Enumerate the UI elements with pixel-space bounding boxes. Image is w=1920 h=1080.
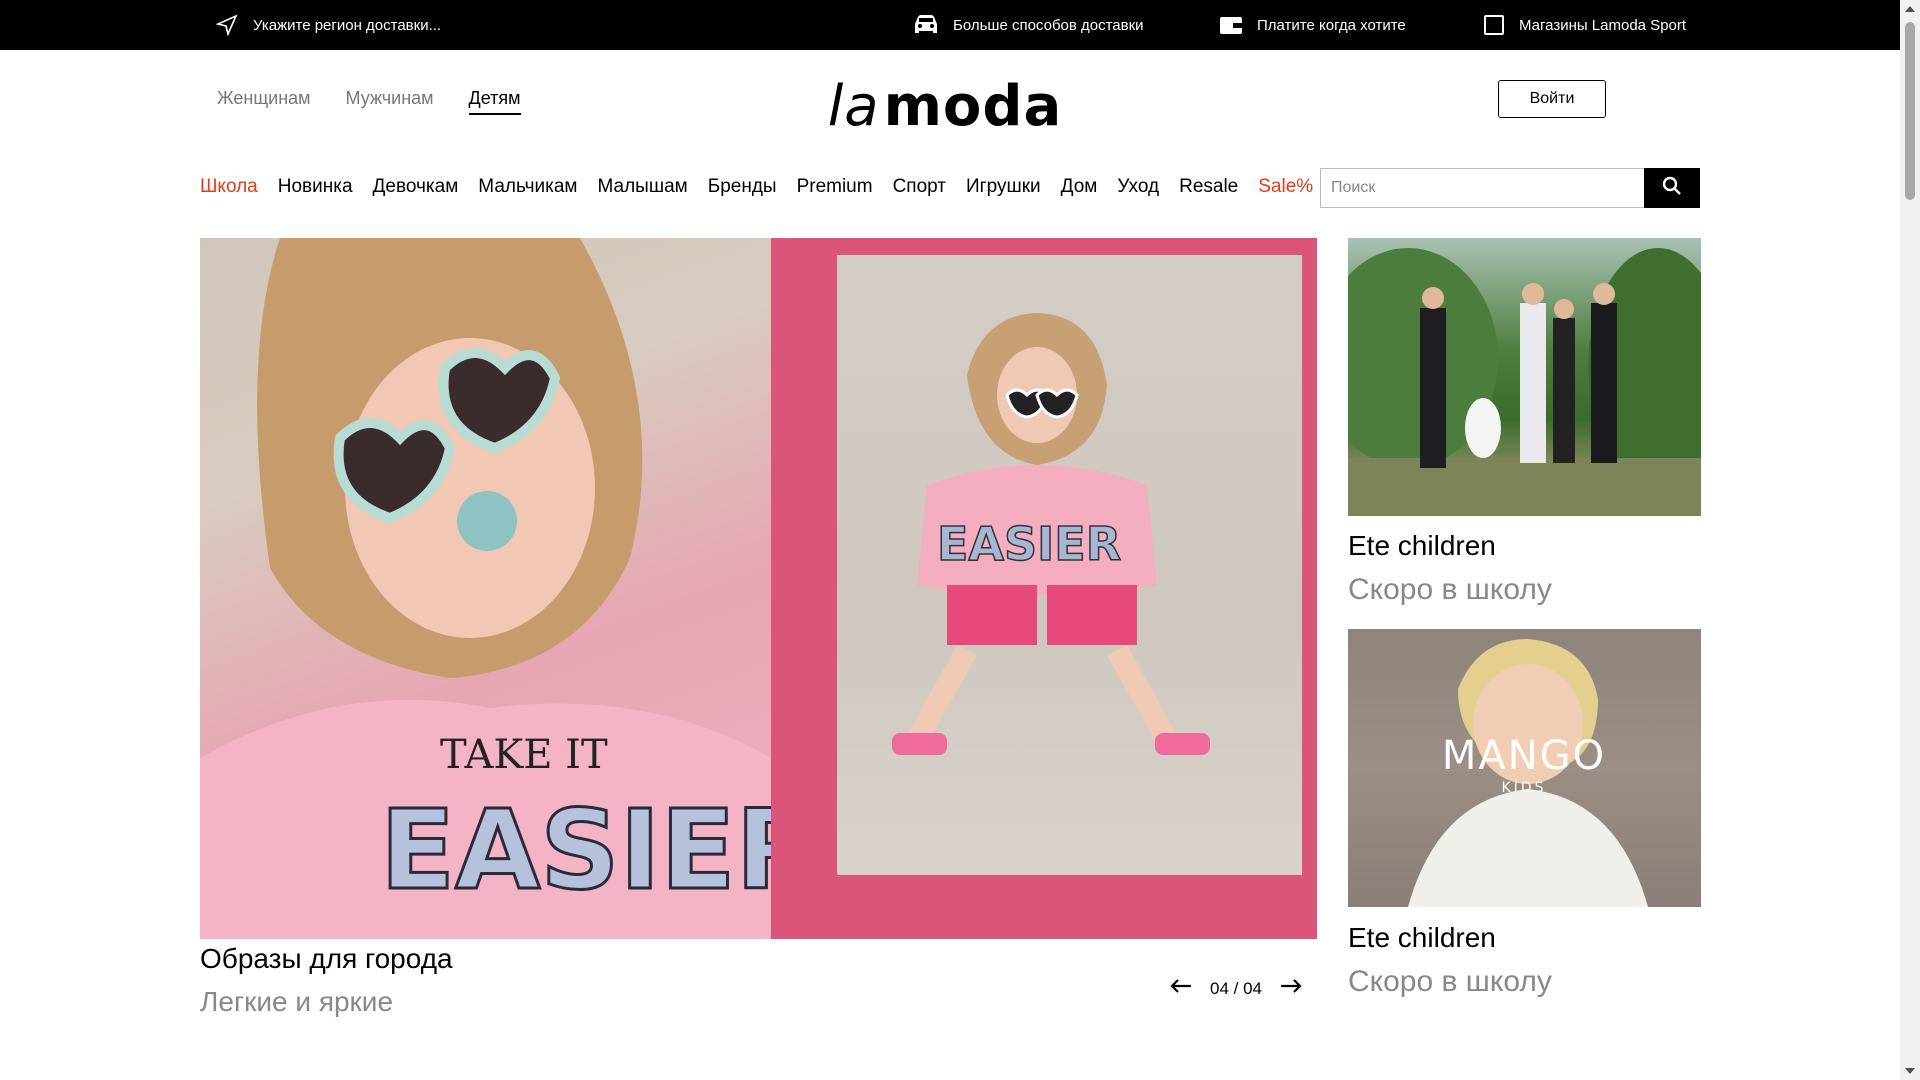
store-icon: [1483, 14, 1505, 36]
hero-banner[interactable]: TAKE IT EASIER EASIER: [200, 238, 1317, 939]
cat-sport[interactable]: Спорт: [893, 176, 946, 198]
cat-boys[interactable]: Мальчикам: [478, 176, 577, 198]
category-nav: Школа Новинка Девочкам Мальчикам Малышам…: [200, 176, 1333, 198]
card-title-1[interactable]: Ete children: [1348, 530, 1496, 562]
card-image-ete-children[interactable]: [1348, 238, 1701, 516]
search-button[interactable]: [1644, 168, 1700, 208]
shirt-print-text-2: EASIER: [937, 517, 1121, 571]
cat-girls[interactable]: Девочкам: [373, 176, 459, 198]
nav-men[interactable]: Мужчинам: [346, 88, 434, 115]
cat-resale[interactable]: Resale: [1179, 176, 1238, 198]
login-button[interactable]: Войти: [1498, 80, 1606, 118]
location-arrow-icon: [215, 13, 239, 37]
cat-home[interactable]: Дом: [1061, 176, 1098, 198]
car-icon: [913, 14, 939, 36]
stores-link[interactable]: Магазины Lamoda Sport: [1483, 0, 1686, 50]
search-icon: [1662, 176, 1682, 201]
top-info-bar: Укажите регион доставки... Больше способ…: [0, 0, 1900, 50]
pager-counter: 04 / 04: [1210, 978, 1262, 998]
cat-premium[interactable]: Premium: [797, 176, 873, 198]
banner-title[interactable]: Образы для города: [200, 943, 453, 975]
nav-women[interactable]: Женщинам: [217, 88, 311, 115]
card-image-mango-kids[interactable]: MANGO KIDS: [1348, 629, 1701, 907]
cat-sale[interactable]: Sale%: [1258, 176, 1313, 198]
search-bar: [1320, 168, 1700, 208]
delivery-label: Больше способов доставки: [953, 16, 1144, 34]
banner-pager: 04 / 04: [1170, 978, 1302, 999]
payment-link[interactable]: Платите когда хотите: [1219, 0, 1406, 50]
region-label: Укажите регион доставки...: [253, 16, 442, 34]
delivery-link[interactable]: Больше способов доставки: [913, 0, 1144, 50]
nav-kids[interactable]: Детям: [468, 88, 521, 115]
scroll-down-arrow-icon[interactable]: [1905, 1068, 1915, 1074]
gender-nav: Женщинам Мужчинам Детям: [217, 88, 521, 115]
cat-school[interactable]: Школа: [200, 176, 258, 198]
cat-new[interactable]: Новинка: [278, 176, 353, 198]
card-title-2[interactable]: Ete children: [1348, 922, 1496, 954]
lamoda-logo[interactable]: la moda: [822, 66, 1068, 146]
card-subtitle-2: Скоро в школу: [1348, 965, 1552, 998]
cat-brands[interactable]: Бренды: [708, 176, 777, 198]
banner-subtitle: Легкие и яркие: [200, 986, 394, 1017]
region-selector[interactable]: Укажите регион доставки...: [215, 0, 441, 50]
mango-brand-text: MANGO: [1442, 733, 1606, 779]
banner-pink-panel: EASIER: [771, 238, 1317, 939]
next-arrow-icon[interactable]: [1280, 978, 1302, 999]
cat-care[interactable]: Уход: [1117, 176, 1159, 198]
cat-babies[interactable]: Малышам: [597, 176, 687, 198]
shirt-print-text: EASIER: [380, 786, 771, 914]
scrollbar-thumb[interactable]: [1905, 22, 1915, 200]
search-input[interactable]: [1320, 168, 1644, 208]
cat-toys[interactable]: Игрушки: [966, 176, 1041, 198]
mango-kids-text: KIDS: [1502, 780, 1547, 796]
wallet-icon: [1219, 14, 1243, 36]
shirt-top-text: TAKE IT: [440, 732, 608, 778]
scrollbar[interactable]: [1900, 0, 1920, 1080]
banner-photo-girl-standing: EASIER: [837, 255, 1302, 875]
banner-photo-girl-closeup: TAKE IT EASIER: [200, 238, 822, 939]
card-subtitle-1: Скоро в школу: [1348, 573, 1552, 606]
payment-label: Платите когда хотите: [1257, 16, 1406, 34]
scroll-up-arrow-icon[interactable]: [1905, 6, 1915, 12]
stores-label: Магазины Lamoda Sport: [1519, 16, 1687, 34]
prev-arrow-icon[interactable]: [1170, 978, 1192, 999]
